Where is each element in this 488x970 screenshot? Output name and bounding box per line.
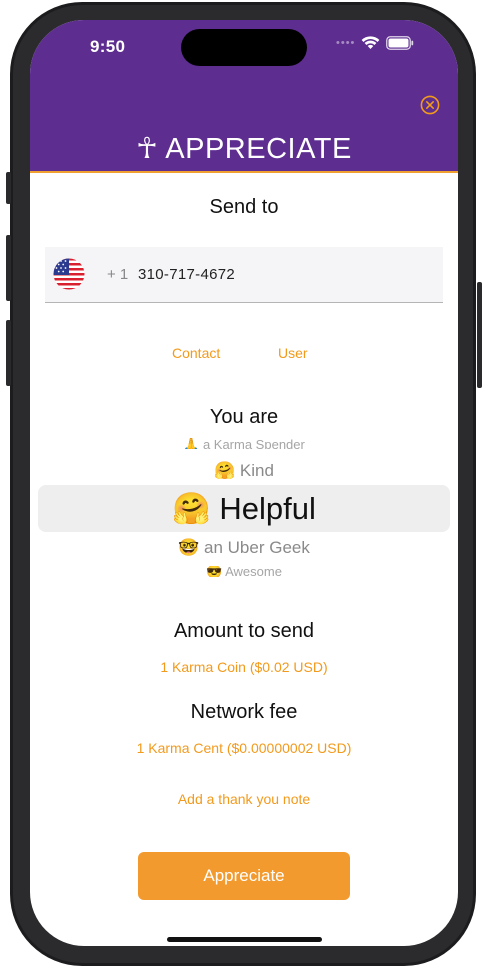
phone-number-field[interactable]: + 1 310-717-4672	[45, 247, 443, 303]
app-header: 9:50 •••• ☥ APPRECIATE	[30, 20, 458, 173]
battery-icon	[386, 36, 414, 50]
user-button[interactable]: User	[278, 345, 308, 361]
add-note-button[interactable]: Add a thank you note	[30, 791, 458, 807]
contact-button[interactable]: Contact	[172, 345, 220, 361]
amount-value[interactable]: 1 Karma Coin ($0.02 USD)	[30, 659, 458, 675]
mute-switch	[6, 172, 11, 204]
picker-option-uber-geek[interactable]: 🤓 an Uber Geek	[30, 538, 458, 558]
picker-option-awesome[interactable]: 😎 Awesome	[30, 566, 458, 577]
wifi-icon	[362, 36, 380, 49]
picker-option-karma-spender[interactable]: 🙏 a Karma Spender	[30, 438, 458, 449]
close-icon[interactable]	[420, 95, 440, 115]
status-icons: ••••	[336, 36, 414, 50]
picker-option-helpful[interactable]: 🤗 Helpful	[30, 490, 458, 527]
network-fee-value: 1 Karma Cent ($0.00000002 USD)	[136, 740, 352, 756]
send-to-label: Send to	[209, 196, 279, 218]
picker-option-kind[interactable]: 🤗 Kind	[30, 461, 458, 481]
volume-up-button	[6, 235, 11, 301]
volume-down-button	[6, 320, 11, 386]
appreciate-button[interactable]: Appreciate	[138, 852, 350, 900]
country-code[interactable]: + 1	[107, 266, 128, 283]
network-fee-label: Network fee	[190, 701, 298, 723]
home-indicator	[167, 937, 322, 942]
amount-label: Amount to send	[173, 620, 315, 642]
dynamic-island	[181, 29, 307, 66]
app-screen: 9:50 •••• ☥ APPRECIATE Send to + 1 310-7…	[30, 20, 458, 946]
page-title: ☥ APPRECIATE	[136, 133, 352, 165]
us-flag-icon[interactable]	[53, 258, 85, 290]
power-button	[477, 282, 482, 388]
phone-number-value[interactable]: 310-717-4672	[138, 266, 235, 283]
signal-dots-icon: ••••	[336, 37, 356, 49]
you-are-label: You are	[209, 406, 279, 428]
status-time: 9:50	[90, 37, 126, 56]
